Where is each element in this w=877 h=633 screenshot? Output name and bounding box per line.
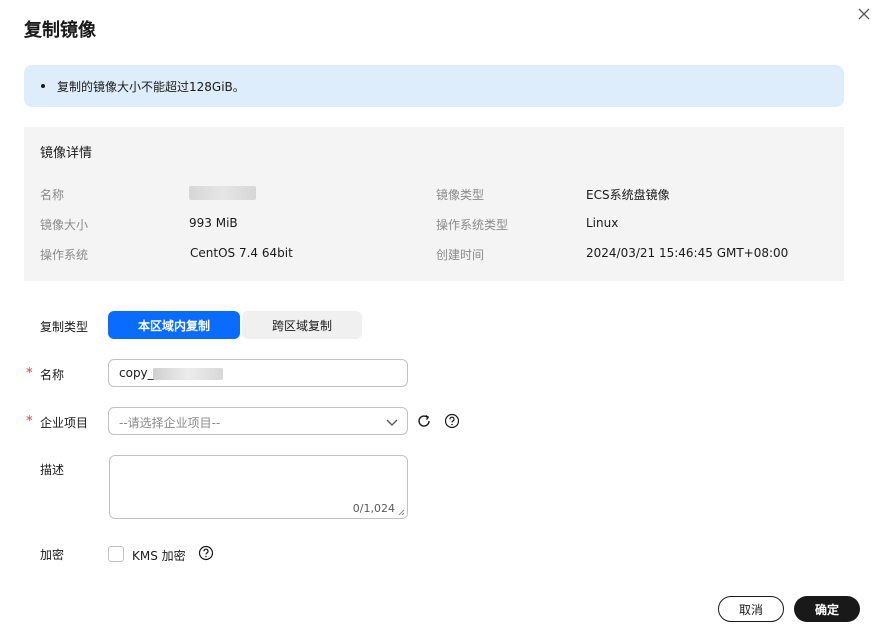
detail-value-name-redacted: [189, 186, 256, 200]
info-banner: 复制的镜像大小不能超过128GiB。: [24, 65, 844, 107]
description-textarea[interactable]: 0/1,024: [109, 455, 408, 519]
detail-value-image-size: 993 MiB: [189, 216, 238, 230]
image-details-panel: 镜像详情 名称 镜像类型 ECS系统盘镜像 镜像大小 993 MiB 操作系统类…: [24, 127, 844, 281]
name-label: 名称: [40, 368, 65, 382]
encryption-label: 加密: [40, 548, 65, 562]
detail-label-os-type: 操作系统类型: [436, 218, 509, 232]
kms-encryption-checkbox[interactable]: [108, 546, 124, 562]
copy-type-in-region-button[interactable]: 本区域内复制: [108, 311, 240, 339]
description-label: 描述: [40, 463, 65, 477]
close-icon[interactable]: [855, 5, 873, 23]
confirm-button[interactable]: 确定: [794, 596, 860, 622]
kms-encryption-label: KMS 加密: [132, 549, 186, 563]
detail-value-created: 2024/03/21 15:46:45 GMT+08:00: [586, 246, 789, 260]
details-title: 镜像详情: [40, 146, 93, 161]
detail-label-name: 名称: [40, 188, 65, 202]
enterprise-project-placeholder: --请选择企业项目--: [119, 416, 221, 430]
required-marker: *: [26, 366, 33, 381]
copy-type-label: 复制类型: [40, 320, 89, 334]
copy-type-cross-region-button[interactable]: 跨区域复制: [242, 311, 362, 339]
name-input[interactable]: copy_: [108, 359, 408, 387]
detail-label-os: 操作系统: [40, 248, 89, 262]
cancel-button[interactable]: 取消: [718, 596, 784, 622]
resize-grip-icon[interactable]: [397, 508, 405, 516]
bullet-icon: [41, 84, 45, 88]
help-icon[interactable]: [198, 545, 214, 561]
name-input-redacted: [153, 368, 223, 380]
dialog-title: 复制镜像: [24, 20, 96, 41]
required-marker: *: [26, 414, 33, 429]
banner-text: 复制的镜像大小不能超过128GiB。: [57, 80, 245, 94]
detail-label-created: 创建时间: [436, 248, 485, 262]
detail-value-os: CentOS 7.4 64bit: [190, 246, 293, 260]
enterprise-project-label: 企业项目: [40, 416, 89, 430]
detail-value-os-type: Linux: [586, 216, 619, 230]
refresh-icon[interactable]: [416, 413, 432, 429]
name-input-value: copy_: [119, 366, 154, 380]
detail-label-image-size: 镜像大小: [40, 218, 89, 232]
enterprise-project-select[interactable]: --请选择企业项目--: [108, 407, 408, 435]
help-icon[interactable]: [444, 413, 460, 429]
description-counter: 0/1,024: [352, 502, 395, 515]
chevron-down-icon: [386, 419, 398, 426]
detail-value-image-type: ECS系统盘镜像: [586, 188, 670, 202]
detail-label-image-type: 镜像类型: [436, 188, 485, 202]
